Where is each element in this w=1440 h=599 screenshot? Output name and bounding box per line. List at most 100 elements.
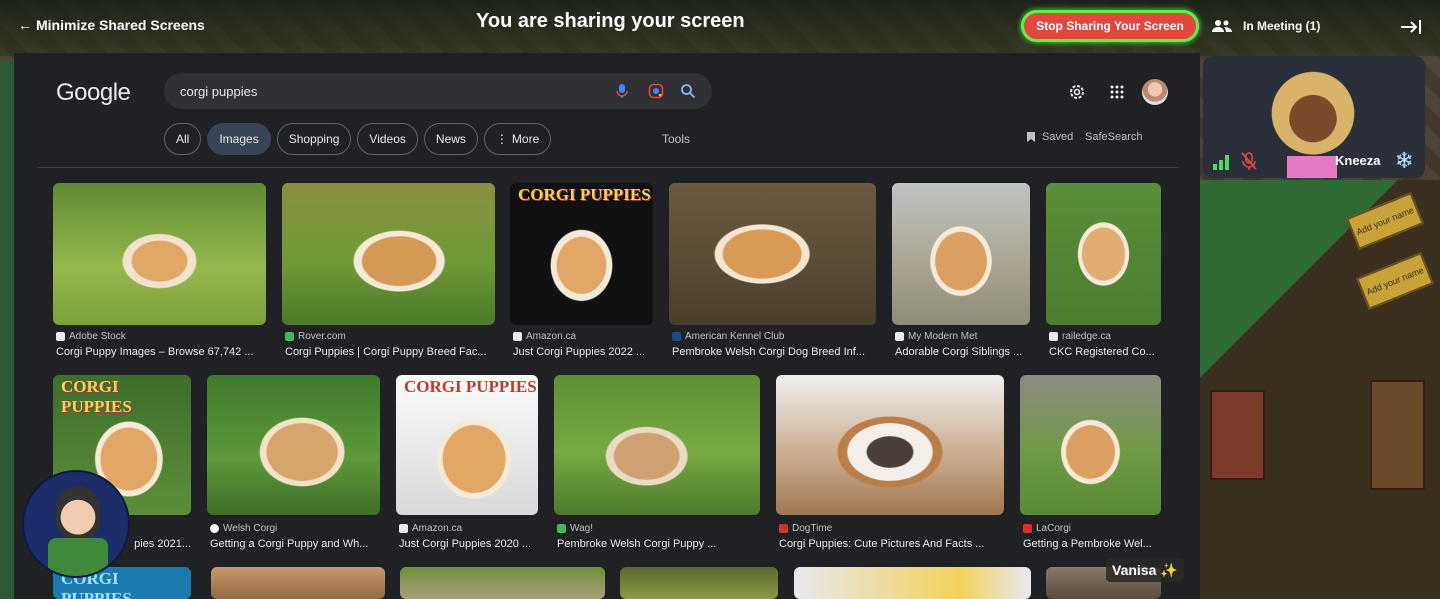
image-result[interactable]: Wag! Pembroke Welsh Corgi Puppy ...: [554, 375, 760, 555]
search-icon[interactable]: [680, 83, 696, 99]
minimize-shared-screens-button[interactable]: ← Minimize Shared Screens: [18, 17, 205, 33]
tab-videos[interactable]: Videos: [357, 123, 418, 155]
corgi-image: [554, 375, 760, 515]
game-furniture: [1370, 380, 1425, 490]
image-result[interactable]: My Modern Met Adorable Corgi Siblings ..…: [892, 183, 1030, 363]
name-plaque: Add your name: [1346, 192, 1424, 250]
result-source: American Kennel Club: [672, 331, 785, 342]
image-result[interactable]: Adobe Stock Corgi Puppy Images – Browse …: [53, 183, 266, 363]
self-avatar[interactable]: [22, 470, 130, 578]
result-title: Getting a Pembroke Wel...: [1023, 538, 1152, 550]
favicon-icon: [779, 524, 788, 533]
game-furniture: [1210, 390, 1265, 480]
image-result[interactable]: CORGI PUPPIES Amazon.ca Just Corgi Puppi…: [510, 183, 653, 363]
account-avatar[interactable]: [1142, 79, 1168, 105]
search-box: [164, 73, 712, 109]
corgi-image: [400, 567, 605, 599]
favicon-icon: [557, 524, 566, 533]
calendar-cover-text: CORGI PUPPIES: [61, 377, 132, 416]
image-result[interactable]: Rover.com Corgi Puppies | Corgi Puppy Br…: [282, 183, 495, 363]
favicon-icon: [399, 524, 408, 533]
sparkles-icon: ✨: [1160, 561, 1178, 578]
search-input[interactable]: [180, 73, 600, 109]
bookmark-icon: [1027, 132, 1035, 142]
image-result[interactable]: [211, 567, 385, 599]
favicon-icon: [210, 524, 219, 533]
corgi-calendar-image: CORGI PUPPIES: [396, 375, 538, 515]
settings-gear-icon[interactable]: [1068, 83, 1086, 101]
participant-name: Kneeza: [1335, 153, 1381, 168]
favicon-icon: [513, 332, 522, 341]
favicon-icon: [1023, 524, 1032, 533]
avatar-shirt: [1287, 156, 1337, 178]
tab-all[interactable]: All: [164, 123, 202, 155]
microphone-icon[interactable]: [614, 83, 630, 99]
more-vert-icon: ⋮: [495, 132, 508, 146]
result-source: LaCorgi: [1023, 523, 1071, 534]
tab-shopping[interactable]: Shopping: [276, 123, 352, 155]
corgi-image: [1020, 375, 1161, 515]
result-title: Adorable Corgi Siblings ...: [895, 346, 1023, 358]
result-title: Corgi Puppy Images – Browse 67,742 ...: [56, 346, 254, 358]
avatar-shirt: [48, 538, 108, 576]
collapse-panel-icon[interactable]: [1400, 18, 1422, 36]
image-result[interactable]: LaCorgi Getting a Pembroke Wel...: [1020, 375, 1161, 555]
self-name: Vanisa: [1112, 562, 1157, 578]
image-result[interactable]: Welsh Corgi Getting a Corgi Puppy and Wh…: [207, 375, 380, 555]
tab-more-label: More: [511, 132, 540, 146]
image-result[interactable]: CORGI PUPPIES Amazon.ca Just Corgi Puppi…: [396, 375, 538, 555]
name-plaque: Add your name: [1356, 252, 1434, 310]
corgi-image: [776, 375, 1004, 515]
result-title: Pembroke Welsh Corgi Dog Breed Inf...: [672, 346, 865, 358]
image-result[interactable]: American Kennel Club Pembroke Welsh Corg…: [669, 183, 876, 363]
corgi-image: [282, 183, 495, 325]
calendar-cover-text: CORGI PUPPIES: [518, 185, 651, 204]
image-result[interactable]: [400, 567, 605, 599]
corgi-image: [794, 567, 1031, 599]
result-source: Amazon.ca: [399, 523, 462, 534]
people-icon: [1212, 20, 1232, 32]
corgi-image: [620, 567, 778, 599]
safesearch-button[interactable]: SafeSearch: [1085, 131, 1142, 143]
self-name-tag: Vanisa ✨: [1106, 558, 1184, 582]
result-source: My Modern Met: [895, 331, 977, 342]
sharing-title: You are sharing your screen: [476, 10, 745, 32]
saved-button[interactable]: Saved: [1026, 131, 1073, 143]
result-source: Rover.com: [285, 331, 346, 342]
google-images-page: Google corgi puppies All Images Shopping…: [38, 53, 1178, 599]
image-result[interactable]: DogTime Corgi Puppies: Cute Pictures And…: [776, 375, 1004, 555]
tab-more[interactable]: ⋮ More: [483, 123, 552, 155]
microphone-muted-icon[interactable]: [1240, 151, 1258, 171]
google-logo[interactable]: Google: [56, 79, 131, 107]
favicon-icon: [895, 332, 904, 341]
stop-sharing-button[interactable]: Stop Sharing Your Screen: [1021, 10, 1199, 42]
snowflake-icon: ❄️: [1395, 152, 1414, 169]
corgi-image: [207, 375, 380, 515]
corgi-calendar-image: CORGI PUPPIES: [510, 183, 653, 325]
image-result[interactable]: [620, 567, 778, 599]
corgi-image: [892, 183, 1030, 325]
game-left-strip: [0, 60, 14, 599]
tools-button[interactable]: Tools: [662, 132, 690, 146]
in-meeting-button[interactable]: In Meeting (1): [1211, 19, 1320, 33]
participant-tile[interactable]: Kneeza ❄️: [1203, 56, 1425, 178]
game-right-area: Add your name Add your name: [1200, 180, 1440, 599]
tab-images[interactable]: Images: [207, 123, 271, 155]
result-title: Corgi Puppies: Cute Pictures And Facts .…: [779, 538, 985, 550]
avatar-face: [56, 486, 100, 538]
lens-icon[interactable]: [648, 83, 664, 99]
shared-screen: Google corgi puppies All Images Shopping…: [14, 53, 1200, 599]
apps-grid-icon[interactable]: [1108, 83, 1126, 101]
result-title: Pembroke Welsh Corgi Puppy ...: [557, 538, 717, 550]
image-result[interactable]: railedge.ca CKC Registered Co...: [1046, 183, 1161, 363]
result-title: Getting a Corgi Puppy and Wh...: [210, 538, 369, 550]
image-result[interactable]: [794, 567, 1031, 599]
result-title: Corgi Puppies | Corgi Puppy Breed Fac...: [285, 346, 487, 358]
favicon-icon: [1049, 332, 1058, 341]
search-tabs: All Images Shopping Videos News ⋮ More: [164, 123, 552, 155]
corgi-image: [53, 183, 266, 325]
saved-label: Saved: [1042, 131, 1074, 143]
tab-news[interactable]: News: [423, 123, 478, 155]
minimize-label: Minimize Shared Screens: [36, 17, 205, 33]
divider: [38, 167, 1178, 168]
